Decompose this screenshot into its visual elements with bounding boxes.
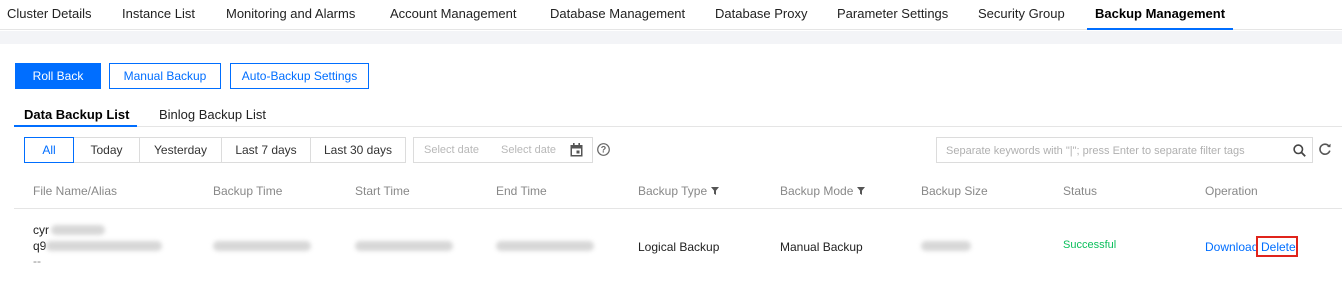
redacted-start-time	[355, 241, 453, 251]
tab-data-backup-list[interactable]: Data Backup List	[14, 107, 138, 127]
tab-instance-list[interactable]: Instance List	[122, 6, 195, 30]
filter-icon[interactable]	[711, 187, 720, 195]
filter-icon[interactable]	[857, 187, 866, 195]
column-header-file-name: File Name/Alias	[33, 184, 118, 198]
file-alias: --	[33, 254, 41, 268]
svg-text:?: ?	[601, 145, 607, 155]
filter-yesterday[interactable]: Yesterday	[139, 137, 222, 163]
filter-last-30-days[interactable]: Last 30 days	[310, 137, 406, 163]
help-icon[interactable]: ?	[597, 143, 610, 156]
redacted-text	[51, 225, 105, 235]
refresh-icon[interactable]	[1318, 142, 1332, 156]
filter-today[interactable]: Today	[73, 137, 140, 163]
column-header-backup-type-label: Backup Type	[638, 184, 708, 198]
date-range-picker[interactable]: Select date Select date	[413, 137, 593, 163]
file-name-line-1: cyr	[33, 223, 49, 237]
section-divider	[0, 31, 1342, 44]
column-header-start-time: Start Time	[355, 184, 410, 198]
column-header-backup-mode: Backup Mode	[780, 184, 866, 198]
column-header-backup-time: Backup Time	[213, 184, 283, 198]
filter-last-7-days[interactable]: Last 7 days	[221, 137, 311, 163]
redacted-backup-time	[213, 241, 311, 251]
column-header-backup-size: Backup Size	[921, 184, 988, 198]
redacted-end-time	[496, 241, 594, 251]
column-header-backup-mode-label: Backup Mode	[780, 184, 854, 198]
start-date-input[interactable]: Select date	[424, 144, 479, 156]
redacted-backup-size	[921, 241, 971, 251]
download-link[interactable]: Download	[1205, 240, 1258, 254]
tab-database-management[interactable]: Database Management	[550, 6, 685, 30]
tab-cluster-details[interactable]: Cluster Details	[7, 6, 92, 30]
backup-type-value: Logical Backup	[638, 240, 720, 254]
top-tab-bar: Cluster Details Instance List Monitoring…	[0, 0, 1342, 30]
tab-account-management[interactable]: Account Management	[390, 6, 516, 30]
tab-database-proxy[interactable]: Database Proxy	[715, 6, 808, 30]
backup-list-tabs: Data Backup List Binlog Backup List	[14, 100, 1342, 127]
backup-mode-value: Manual Backup	[780, 240, 863, 254]
delete-link[interactable]: Delete	[1261, 240, 1296, 254]
tab-monitoring-and-alarms[interactable]: Monitoring and Alarms	[226, 6, 355, 30]
table-header-divider	[14, 208, 1342, 209]
end-date-input[interactable]: Select date	[501, 144, 556, 156]
search-input[interactable]: Separate keywords with "|"; press Enter …	[936, 137, 1313, 163]
tab-binlog-backup-list[interactable]: Binlog Backup List	[159, 107, 266, 122]
tab-security-group[interactable]: Security Group	[978, 6, 1065, 30]
column-header-status: Status	[1063, 184, 1098, 198]
search-placeholder: Separate keywords with "|"; press Enter …	[946, 145, 1245, 157]
filter-all[interactable]: All	[24, 137, 74, 163]
column-header-backup-type: Backup Type	[638, 184, 720, 198]
roll-back-button[interactable]: Roll Back	[15, 63, 101, 89]
auto-backup-settings-button[interactable]: Auto-Backup Settings	[230, 63, 369, 89]
tab-parameter-settings[interactable]: Parameter Settings	[837, 6, 948, 30]
tab-backup-management[interactable]: Backup Management	[1087, 6, 1234, 30]
manual-backup-button[interactable]: Manual Backup	[109, 63, 221, 89]
column-header-end-time: End Time	[496, 184, 547, 198]
redacted-text	[46, 241, 162, 251]
calendar-icon[interactable]	[570, 143, 583, 157]
status-badge: Successful	[1063, 239, 1117, 251]
search-icon[interactable]	[1293, 144, 1306, 157]
file-name-line-2: q9	[33, 239, 47, 253]
column-header-operation: Operation	[1205, 184, 1258, 198]
